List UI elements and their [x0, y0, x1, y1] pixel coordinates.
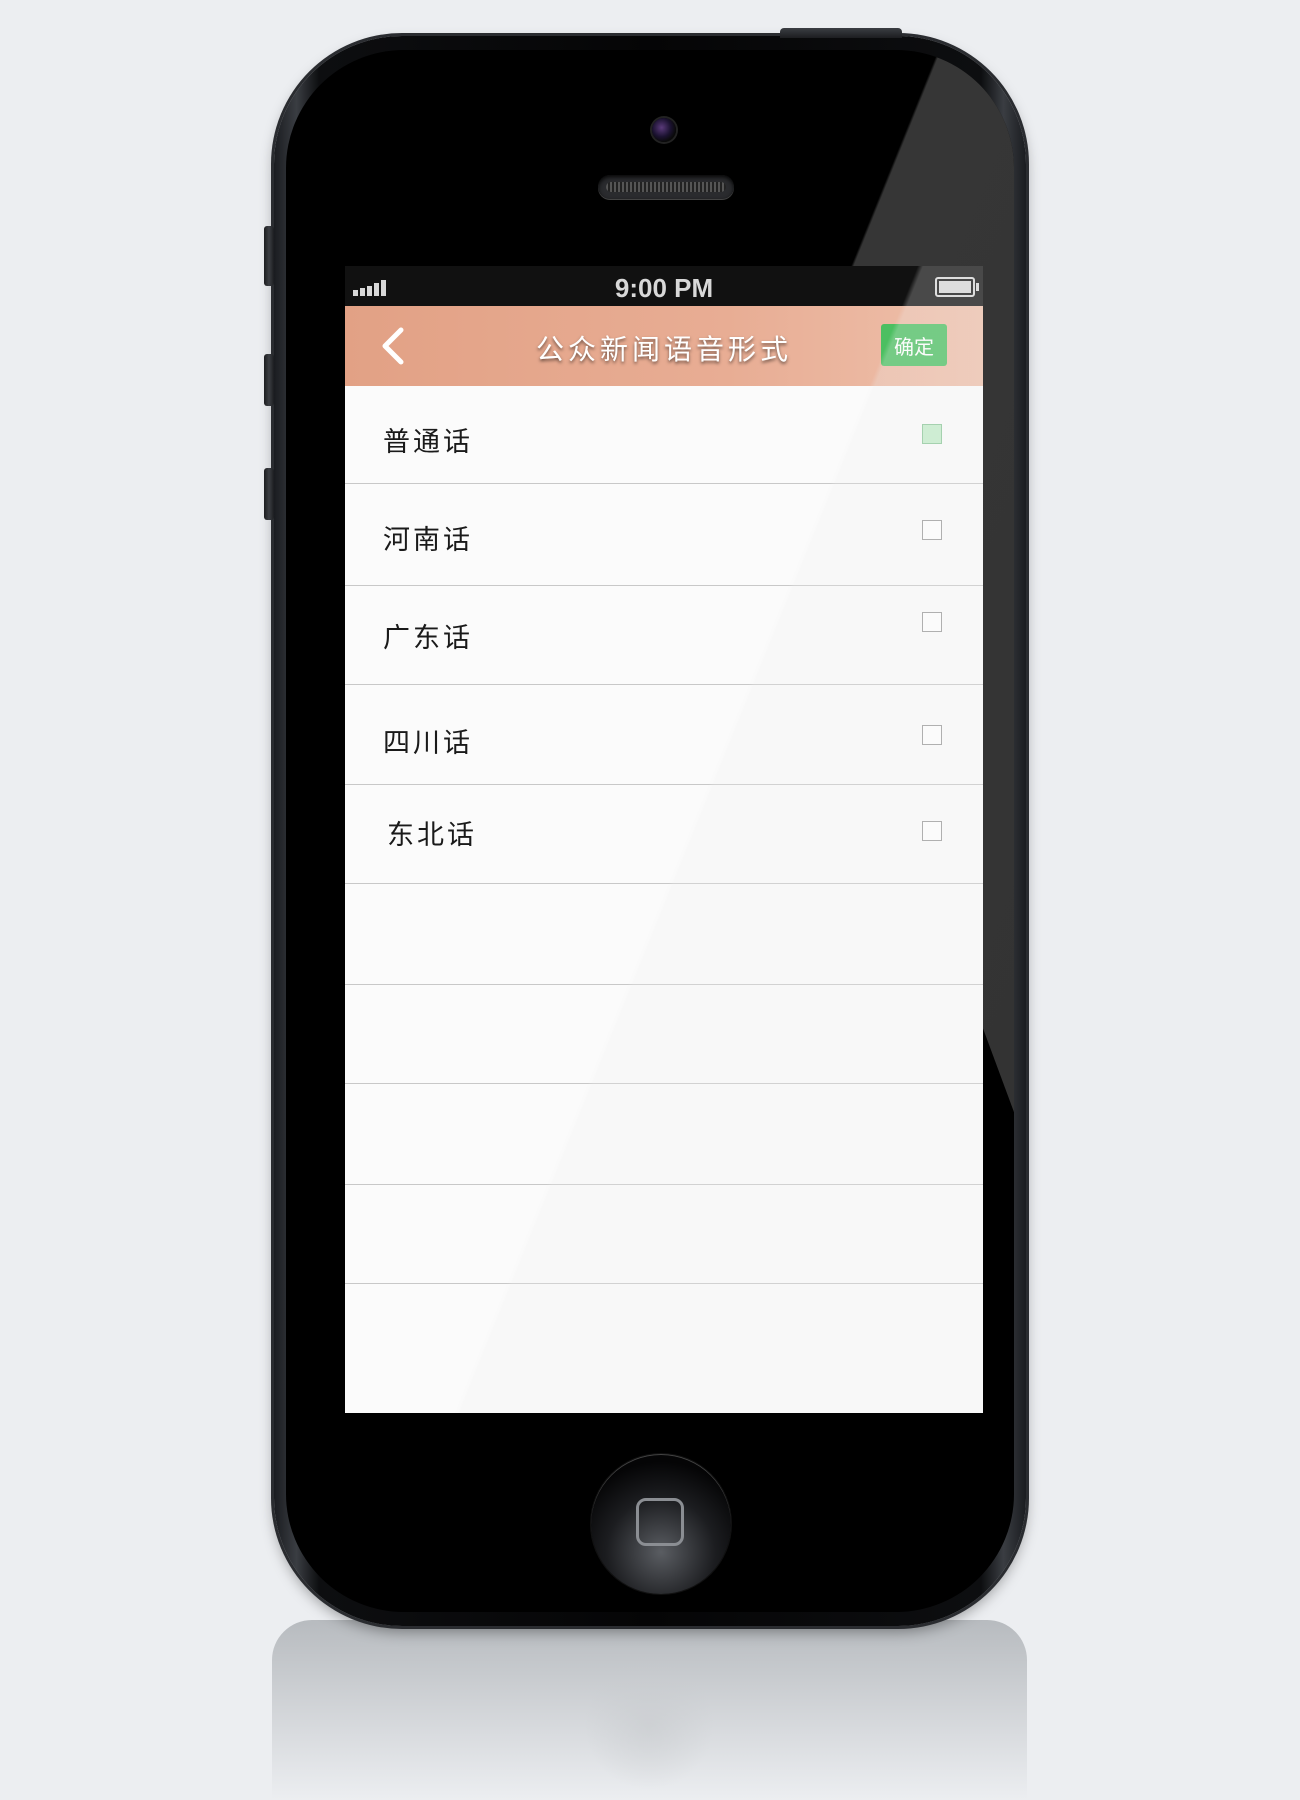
- dialect-list: 普通话 河南话 广东话 四川话 东北话: [345, 386, 983, 1284]
- confirm-button[interactable]: 确定: [881, 324, 947, 366]
- empty-row: [345, 1185, 983, 1284]
- checkbox[interactable]: [922, 821, 942, 841]
- list-item-label: 河南话: [383, 525, 473, 556]
- list-item-label: 广东话: [383, 623, 473, 654]
- home-button-reflection: [584, 1660, 714, 1790]
- phone-frame: 9:00 PM 公众新闻语音形式 确定 普通话 河南话 广东话 四川话 东北话: [264, 28, 1026, 1626]
- navigation-bar: 公众新闻语音形式 确定: [345, 306, 983, 386]
- list-item-putonghua[interactable]: 普通话: [345, 386, 983, 484]
- phone-reflection: [272, 1620, 1027, 1800]
- checkbox[interactable]: [922, 520, 942, 540]
- home-button[interactable]: [591, 1454, 731, 1594]
- empty-row: [345, 1084, 983, 1185]
- screen: 9:00 PM 公众新闻语音形式 确定 普通话 河南话 广东话 四川话 东北话: [345, 266, 983, 1413]
- checkbox[interactable]: [922, 725, 942, 745]
- list-item-guangdonghua[interactable]: 广东话: [345, 586, 983, 685]
- list-item-dongbeihua[interactable]: 东北话: [345, 785, 983, 884]
- phone-face: 9:00 PM 公众新闻语音形式 确定 普通话 河南话 广东话 四川话 东北话: [286, 50, 1014, 1612]
- list-item-label: 普通话: [383, 427, 473, 458]
- checkbox[interactable]: [922, 424, 942, 444]
- battery-icon: [935, 277, 979, 297]
- home-square-icon: [636, 1498, 684, 1546]
- stage: 9:00 PM 公众新闻语音形式 确定 普通话 河南话 广东话 四川话 东北话: [0, 0, 1300, 1800]
- volume-down-button[interactable]: [264, 468, 274, 520]
- list-item-label: 东北话: [387, 820, 477, 851]
- checkbox[interactable]: [922, 612, 942, 632]
- status-bar: 9:00 PM: [345, 266, 983, 306]
- front-camera-icon: [652, 118, 676, 142]
- power-button[interactable]: [780, 28, 902, 38]
- mute-switch[interactable]: [264, 226, 274, 286]
- empty-row: [345, 985, 983, 1084]
- volume-up-button[interactable]: [264, 354, 274, 406]
- list-item-label: 四川话: [383, 728, 473, 759]
- earpiece-speaker: [598, 175, 734, 199]
- list-item-henanhua[interactable]: 河南话: [345, 484, 983, 586]
- empty-row: [345, 884, 983, 985]
- list-item-sichuanhua[interactable]: 四川话: [345, 685, 983, 785]
- status-time: 9:00 PM: [614, 273, 714, 303]
